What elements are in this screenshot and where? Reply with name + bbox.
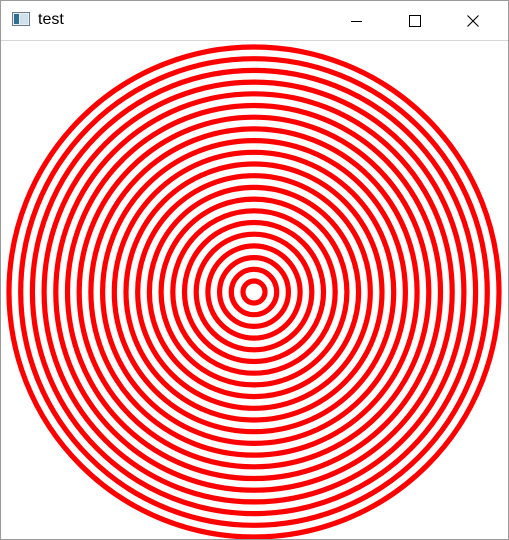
ring-17 (193, 231, 315, 353)
minimize-icon (351, 20, 362, 22)
ring-13 (146, 184, 362, 400)
minimize-button[interactable] (328, 1, 386, 40)
ring-21 (240, 278, 268, 306)
close-button[interactable] (444, 1, 502, 40)
client-area[interactable] (1, 41, 508, 539)
ring-4 (41, 79, 467, 505)
close-icon (467, 14, 479, 27)
window-title: test (38, 11, 64, 28)
concentric-rings-drawing (6, 44, 502, 539)
ring-20 (228, 266, 280, 318)
maximize-icon (409, 14, 421, 27)
ring-1 (6, 44, 502, 539)
ring-10 (111, 149, 397, 435)
title-bar[interactable]: test (1, 1, 508, 41)
maximize-button[interactable] (386, 1, 444, 40)
ring-11 (123, 161, 385, 423)
ring-3 (29, 67, 479, 517)
ring-7 (76, 114, 432, 470)
app-window: test (0, 0, 509, 540)
ring-14 (158, 196, 350, 388)
app-window-icon[interactable] (12, 12, 30, 26)
